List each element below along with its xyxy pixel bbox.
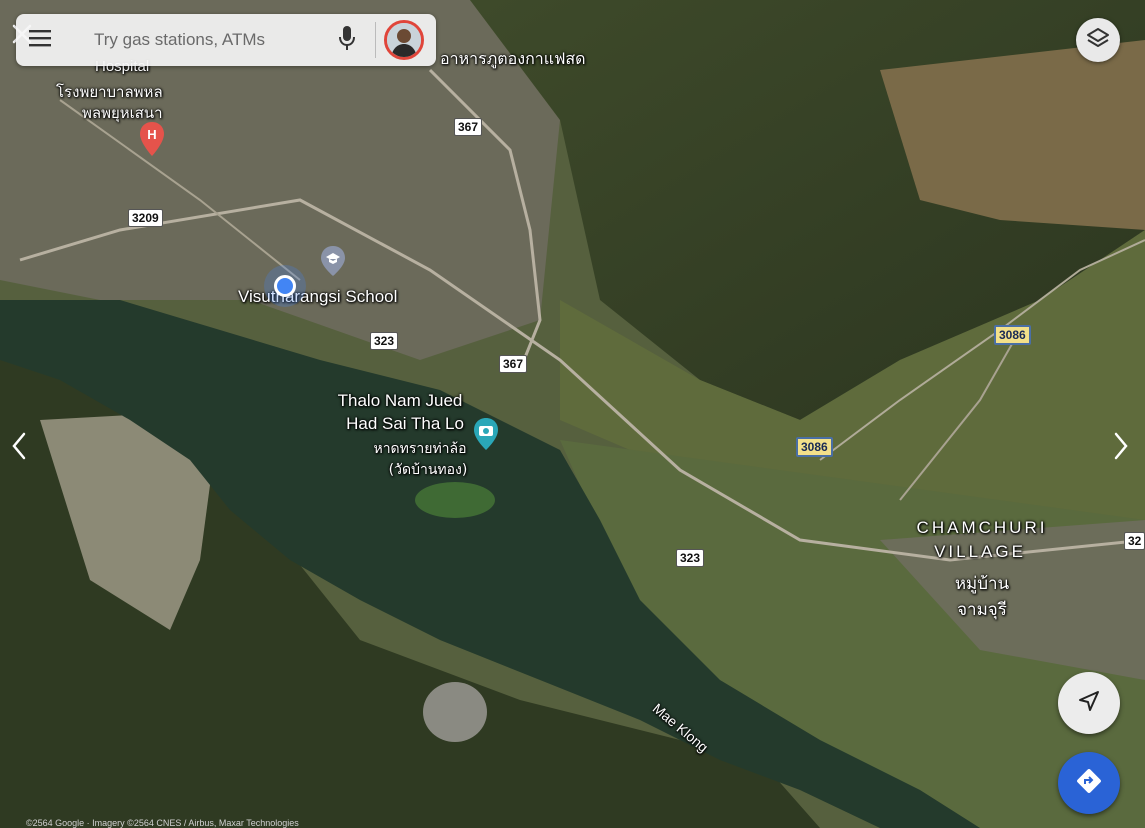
- village-label-en-1[interactable]: CHAMCHURI: [917, 518, 1048, 538]
- menu-icon: [29, 29, 51, 52]
- village-label-en-2[interactable]: VILLAGE: [934, 542, 1026, 562]
- satellite-imagery: [0, 0, 1145, 828]
- layers-icon: [1086, 26, 1110, 55]
- beach-label-th-1[interactable]: หาดทรายท่าล้อ: [373, 438, 466, 460]
- road-shield-367: 367: [499, 355, 528, 373]
- restaurant-label[interactable]: อาหารภูตองกาแฟสด: [440, 47, 586, 72]
- beach-label-th-2[interactable]: (วัดบ้านทอง): [389, 459, 468, 481]
- beach-label-en-2[interactable]: Had Sai Tha Lo: [346, 414, 464, 434]
- svg-text:H: H: [147, 127, 156, 142]
- satellite-map[interactable]: Hospital โรงพยาบาลพหล พลพยุหเสนา อาหารภู…: [0, 0, 1145, 828]
- voice-search-button[interactable]: [327, 14, 367, 66]
- mic-icon: [339, 25, 355, 55]
- hospital-pin-icon[interactable]: H: [140, 122, 164, 161]
- school-label[interactable]: Visutharangsi School: [238, 287, 397, 307]
- village-label-th-1[interactable]: หมู่บ้าน: [955, 570, 1009, 597]
- menu-button[interactable]: [16, 14, 64, 66]
- road-shield-3086: 3086: [796, 437, 833, 457]
- search-bar[interactable]: [16, 14, 436, 66]
- navigation-arrow-icon: [1078, 690, 1100, 717]
- road-shield-323: 323: [370, 332, 399, 350]
- chevron-right-icon[interactable]: [1106, 426, 1136, 466]
- avatar[interactable]: [384, 20, 424, 60]
- chevron-left-icon[interactable]: [4, 426, 34, 466]
- search-divider: [375, 22, 376, 58]
- beach-label-en-1[interactable]: Thalo Nam Jued: [338, 391, 463, 411]
- directions-button[interactable]: [1058, 752, 1120, 814]
- road-shield-3086: 3086: [994, 325, 1031, 345]
- road-shield-367: 367: [454, 118, 483, 136]
- village-label-th-2[interactable]: จามจุรี: [957, 596, 1007, 623]
- my-location-button[interactable]: [1058, 672, 1120, 734]
- school-pin-icon[interactable]: [321, 246, 345, 281]
- road-shield-32: 32: [1124, 532, 1145, 550]
- current-location-dot: [274, 275, 296, 297]
- layers-button[interactable]: [1076, 18, 1120, 62]
- road-shield-3209: 3209: [128, 209, 163, 227]
- search-input[interactable]: [64, 30, 327, 50]
- camera-pin-icon[interactable]: [474, 418, 498, 455]
- map-attribution: ©2564 Google · Imagery ©2564 CNES / Airb…: [26, 818, 299, 828]
- road-shield-323: 323: [676, 549, 705, 567]
- directions-icon: [1076, 768, 1102, 799]
